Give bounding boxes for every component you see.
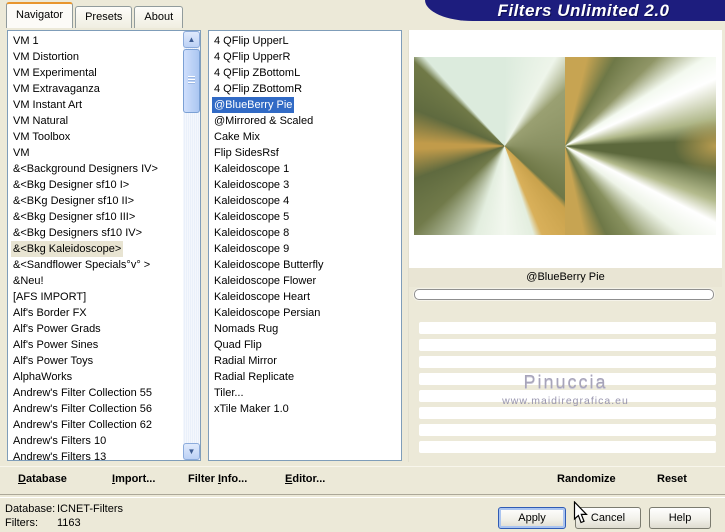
- list-item[interactable]: VM Experimental: [8, 65, 183, 81]
- list-item[interactable]: Alf's Border FX: [8, 305, 183, 321]
- list-item[interactable]: @BlueBerry Pie: [209, 97, 401, 113]
- scrollbar-thumb[interactable]: [183, 49, 200, 113]
- thumb-grip-icon: [188, 76, 195, 85]
- list-item[interactable]: Cake Mix: [209, 129, 401, 145]
- list-item[interactable]: Radial Replicate: [209, 369, 401, 385]
- list-item[interactable]: Alf's Power Sines: [8, 337, 183, 353]
- list-item[interactable]: &<Bkg Designer sf10 I>: [8, 177, 183, 193]
- list-item[interactable]: 4 QFlip ZBottomR: [209, 81, 401, 97]
- list-item[interactable]: Andrew's Filter Collection 62: [8, 417, 183, 433]
- filter-listbox[interactable]: 4 QFlip UpperL 4 QFlip UpperR 4 QFlip ZBot…: [208, 30, 402, 461]
- editor-button[interactable]: Editor...: [285, 473, 325, 485]
- list-item[interactable]: VM Extravaganza: [8, 81, 183, 97]
- list-item[interactable]: Kaleidoscope Persian: [209, 305, 401, 321]
- tab-bar: Navigator Presets About: [6, 0, 185, 28]
- bottom-toolbar: Database Import... Filter Info... Editor…: [0, 466, 725, 494]
- list-item[interactable]: VM Distortion: [8, 49, 183, 65]
- slider-row[interactable]: [419, 390, 716, 402]
- list-item[interactable]: [AFS IMPORT]: [8, 289, 183, 305]
- list-item[interactable]: Flip SidesRsf: [209, 145, 401, 161]
- list-item[interactable]: Kaleidoscope Flower: [209, 273, 401, 289]
- slider-rows: [409, 322, 722, 458]
- list-item[interactable]: VM: [8, 145, 183, 161]
- list-item[interactable]: &<Bkg Designer sf10 III>: [8, 209, 183, 225]
- list-item[interactable]: 4 QFlip UpperR: [209, 49, 401, 65]
- database-status-value: ICNET-Filters: [57, 503, 123, 515]
- slider-row[interactable]: [419, 373, 716, 385]
- slider-row[interactable]: [419, 356, 716, 368]
- apply-button[interactable]: Apply: [498, 507, 566, 529]
- list-item[interactable]: 4 QFlip UpperL: [209, 33, 401, 49]
- filter-info-button[interactable]: Filter Info...: [188, 473, 247, 485]
- list-item[interactable]: Kaleidoscope Butterfly: [209, 257, 401, 273]
- filter-rows: 4 QFlip UpperL 4 QFlip UpperR 4 QFlip ZBot…: [209, 33, 401, 417]
- list-item[interactable]: &<Sandflower Specials°v° >: [8, 257, 183, 273]
- list-item[interactable]: 4 QFlip ZBottomL: [209, 65, 401, 81]
- list-item[interactable]: &<Bkg Kaleidoscope>: [8, 241, 183, 257]
- category-rows: VM 1 VM Distortion VM Experimental VM Extra…: [8, 33, 183, 460]
- slider-row[interactable]: [419, 407, 716, 419]
- slider-row[interactable]: [419, 424, 716, 436]
- filters-unlimited-dialog: Filters Unlimited 2.0 Navigator Presets …: [0, 0, 725, 532]
- tab-presets[interactable]: Presets: [75, 6, 133, 28]
- list-item[interactable]: Andrew's Filter Collection 55: [8, 385, 183, 401]
- list-item[interactable]: Kaleidoscope 1: [209, 161, 401, 177]
- list-item[interactable]: &<BKg Designer sf10 II>: [8, 193, 183, 209]
- category-scrollbar[interactable]: ▲ ▼: [183, 31, 200, 460]
- list-item[interactable]: Andrew's Filters 13: [8, 449, 183, 460]
- import-button[interactable]: Import...: [112, 473, 155, 485]
- database-status-label: Database:: [5, 503, 56, 515]
- progress-bar: [414, 289, 714, 300]
- database-button[interactable]: Database: [18, 473, 67, 485]
- preview-kaleidoscope-left: [414, 57, 565, 235]
- app-title: Filters Unlimited 2.0: [497, 1, 670, 20]
- selected-filter-name: @BlueBerry Pie: [409, 268, 722, 287]
- list-item[interactable]: Quad Flip: [209, 337, 401, 353]
- slider-row[interactable]: [419, 339, 716, 351]
- list-item[interactable]: AlphaWorks: [8, 369, 183, 385]
- list-item[interactable]: Kaleidoscope 9: [209, 241, 401, 257]
- list-item[interactable]: Andrew's Filters 10: [8, 433, 183, 449]
- scroll-up-icon[interactable]: ▲: [183, 31, 200, 48]
- filters-count-value: 1163: [57, 517, 81, 529]
- reset-button[interactable]: Reset: [657, 473, 687, 485]
- list-item[interactable]: Kaleidoscope 8: [209, 225, 401, 241]
- preview-panel: @BlueBerry Pie Pinuccia www.maidiregrafi…: [408, 30, 722, 462]
- mouse-cursor-icon: [573, 501, 588, 524]
- list-item[interactable]: VM 1: [8, 33, 183, 49]
- tab-about[interactable]: About: [134, 6, 184, 28]
- list-item[interactable]: &Neu!: [8, 273, 183, 289]
- filters-count-label: Filters:: [5, 517, 38, 529]
- list-item[interactable]: Kaleidoscope Heart: [209, 289, 401, 305]
- tab-navigator[interactable]: Navigator: [6, 2, 74, 28]
- category-listbox[interactable]: VM 1 VM Distortion VM Experimental VM Extra…: [7, 30, 201, 461]
- slider-row[interactable]: [419, 441, 716, 453]
- list-item[interactable]: Kaleidoscope 5: [209, 209, 401, 225]
- list-item[interactable]: VM Instant Art: [8, 97, 183, 113]
- list-item[interactable]: Kaleidoscope 4: [209, 193, 401, 209]
- scroll-down-icon[interactable]: ▼: [183, 443, 200, 460]
- list-item[interactable]: @Mirrored & Scaled: [209, 113, 401, 129]
- list-item[interactable]: Andrew's Filter Collection 56: [8, 401, 183, 417]
- list-item[interactable]: &<Background Designers IV>: [8, 161, 183, 177]
- list-item[interactable]: Alf's Power Toys: [8, 353, 183, 369]
- preview-image: [414, 57, 716, 235]
- filter-controls-area: @BlueBerry Pie Pinuccia www.maidiregrafi…: [409, 268, 722, 462]
- list-item[interactable]: Radial Mirror: [209, 353, 401, 369]
- list-item[interactable]: &<Bkg Designers sf10 IV>: [8, 225, 183, 241]
- randomize-button[interactable]: Randomize: [557, 473, 616, 485]
- preview-kaleidoscope-right: [565, 57, 716, 235]
- list-item[interactable]: Kaleidoscope 3: [209, 177, 401, 193]
- list-item[interactable]: Nomads Rug: [209, 321, 401, 337]
- list-item[interactable]: Alf's Power Grads: [8, 321, 183, 337]
- slider-row[interactable]: [419, 322, 716, 334]
- list-item[interactable]: VM Natural: [8, 113, 183, 129]
- list-item[interactable]: Tiler...: [209, 385, 401, 401]
- help-button[interactable]: Help: [649, 507, 711, 529]
- list-item[interactable]: xTile Maker 1.0: [209, 401, 401, 417]
- list-item[interactable]: VM Toolbox: [8, 129, 183, 145]
